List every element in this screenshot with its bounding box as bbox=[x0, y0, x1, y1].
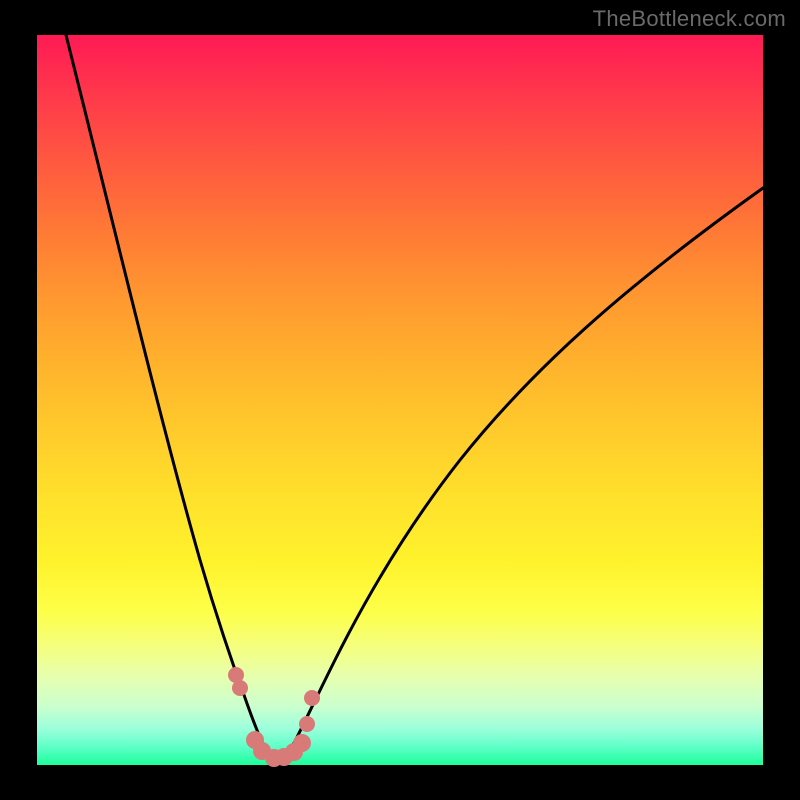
bottom-mask bbox=[0, 765, 800, 800]
plot-area bbox=[37, 35, 763, 765]
right-mask bbox=[763, 0, 800, 800]
outer-frame: TheBottleneck.com TheBottleneck.com bbox=[0, 0, 800, 800]
watermark-text-top: TheBottleneck.com bbox=[593, 6, 786, 32]
left-mask bbox=[0, 0, 37, 800]
